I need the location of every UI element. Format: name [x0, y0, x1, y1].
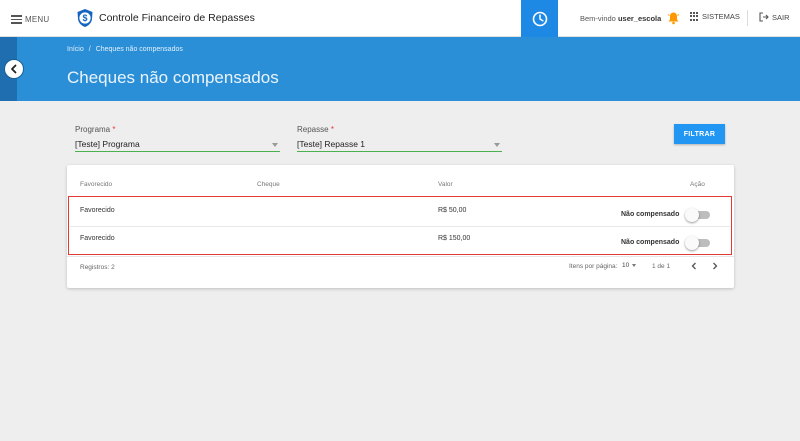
systems-label: SISTEMAS [702, 12, 740, 21]
row-2-status: Não compensado [621, 239, 680, 246]
programa-select[interactable]: [Teste] Programa [75, 137, 280, 152]
programa-label-text: Programa [75, 125, 111, 134]
repasse-label: Repasse * [297, 125, 334, 134]
systems-menu[interactable]: SISTEMAS [690, 12, 740, 21]
breadcrumb-home-link[interactable]: Início [67, 46, 84, 53]
filter-button[interactable]: FILTRAR [674, 124, 725, 144]
toggle-knob [685, 208, 699, 222]
column-header-valor[interactable]: Valor [438, 181, 453, 188]
column-header-cheque[interactable]: Cheque [257, 181, 280, 188]
column-header-favorecido[interactable]: Favorecido [80, 181, 112, 188]
top-bar: MENU $ Controle Financeiro de Repasses B… [0, 0, 800, 37]
breadcrumb-separator: / [88, 46, 91, 53]
programa-label: Programa * [75, 125, 115, 134]
row-2-valor: R$ 150,00 [438, 235, 471, 242]
next-page-button[interactable] [709, 260, 721, 272]
chevron-right-icon [713, 262, 718, 270]
table-footer-divider [67, 256, 734, 257]
per-page-label: Itens por página: [569, 263, 618, 270]
column-header-acao: Ação [690, 181, 705, 188]
menu-label: MENU [25, 14, 50, 24]
dropdown-arrow-icon [632, 264, 637, 267]
breadcrumb: Início / Cheques não compensados [67, 46, 183, 53]
repasse-required-mark: * [330, 125, 334, 134]
bell-icon[interactable] [667, 11, 680, 25]
page-info: 1 de 1 [652, 263, 671, 270]
logout-icon [759, 12, 769, 22]
row-1-favorecido: Favorecido [80, 207, 115, 214]
username: user_escola [617, 14, 662, 23]
records-count: Registros: 2 [80, 264, 115, 271]
header-divider [747, 10, 748, 26]
repasse-select[interactable]: [Teste] Repasse 1 [297, 137, 502, 152]
menu-button[interactable]: MENU [11, 11, 49, 27]
clock-icon [532, 11, 547, 26]
app-title: Controle Financeiro de Repasses [99, 12, 255, 24]
chevron-left-icon [691, 262, 696, 270]
repasse-label-text: Repasse [297, 125, 329, 134]
apps-grid-icon [690, 12, 699, 21]
dropdown-arrow-icon [494, 143, 500, 147]
repasse-value: [Teste] Repasse 1 [297, 139, 366, 149]
brand[interactable]: $ Controle Financeiro de Repasses [75, 8, 255, 28]
dollar-shield-logo: $ [77, 9, 93, 27]
welcome-prefix: Bem-vindo [580, 14, 616, 23]
row-1-valor: R$ 50,00 [438, 207, 467, 214]
breadcrumb-current: Cheques não compensados [95, 46, 183, 53]
per-page-value: 10 [622, 262, 630, 269]
hamburger-icon [11, 15, 22, 24]
welcome-text: Bem-vindo user_escola [580, 14, 661, 23]
programa-value: [Teste] Programa [75, 139, 140, 149]
back-button[interactable] [4, 59, 24, 79]
row-1-compensado-toggle[interactable] [685, 208, 711, 222]
toggle-knob [685, 236, 699, 250]
row-divider [70, 226, 730, 227]
programa-required-mark: * [112, 125, 116, 134]
svg-text:$: $ [82, 13, 87, 23]
previous-page-button[interactable] [688, 260, 700, 272]
row-1-status: Não compensado [621, 211, 680, 218]
chevron-left-icon [11, 64, 17, 74]
logout-button[interactable]: SAIR [759, 12, 790, 22]
row-2-favorecido: Favorecido [80, 235, 115, 242]
logout-label: SAIR [772, 12, 790, 22]
page-title: Cheques não compensados [67, 68, 279, 87]
history-clock-button[interactable] [521, 0, 558, 37]
per-page-select[interactable]: 10 [622, 262, 637, 269]
row-2-compensado-toggle[interactable] [685, 236, 711, 250]
dropdown-arrow-icon [272, 143, 278, 147]
